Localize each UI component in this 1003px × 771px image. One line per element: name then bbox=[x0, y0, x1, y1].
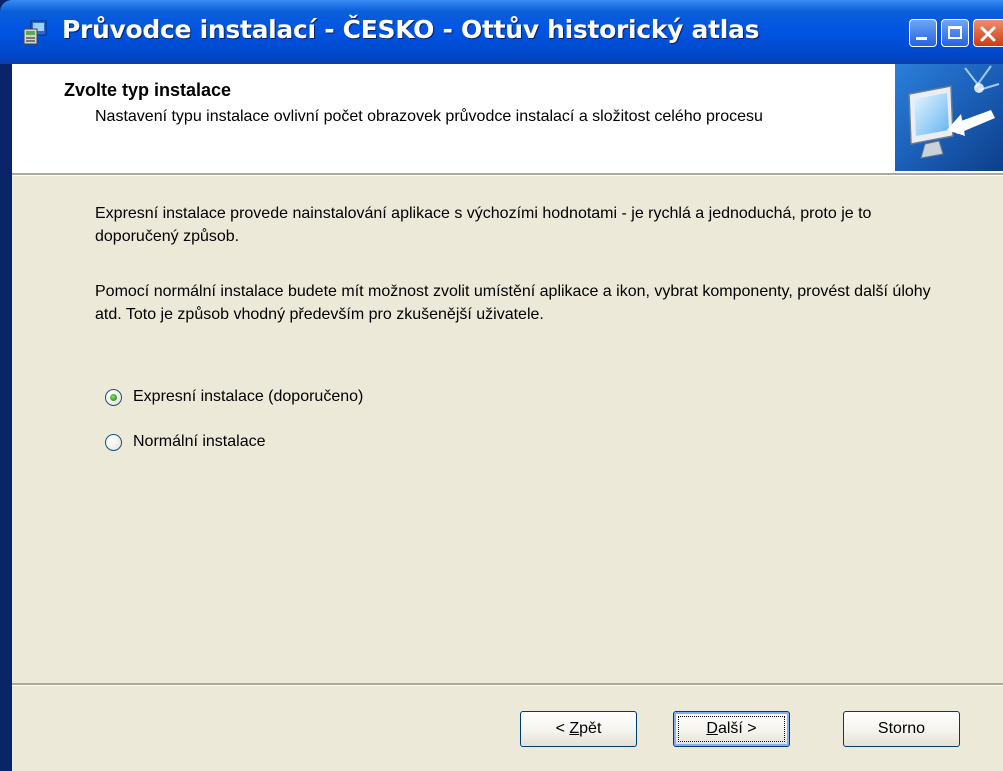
installer-icon bbox=[23, 20, 47, 45]
normal-description: Pomocí normální instalace budete mít mož… bbox=[95, 283, 931, 323]
radio-button-checked[interactable] bbox=[105, 388, 122, 406]
cancel-button-label: Storno bbox=[877, 720, 926, 737]
computer-arrow-icon bbox=[895, 64, 1003, 171]
radio-normal-label[interactable]: Normální instalace bbox=[133, 433, 266, 451]
title-bar[interactable]: Průvodce instalací - ČESKO - Ottův histo… bbox=[0, 0, 1003, 64]
express-description: Expresní instalace provede nainstalování… bbox=[95, 205, 872, 245]
radio-normal-install[interactable]: Normální instalace bbox=[105, 430, 266, 454]
focus-ring bbox=[678, 716, 785, 742]
back-prefix: < bbox=[555, 720, 570, 737]
installer-window: Průvodce instalací - ČESKO - Ottův histo… bbox=[0, 0, 1003, 771]
wizard-content: Expresní instalace provede nainstalování… bbox=[12, 176, 1003, 683]
radio-button-unchecked[interactable] bbox=[105, 433, 122, 451]
back-mnemonic: Z bbox=[569, 720, 580, 737]
radio-checked-dot bbox=[110, 393, 117, 401]
minimize-button[interactable] bbox=[909, 19, 937, 47]
radio-express-label[interactable]: Expresní instalace (doporučeno) bbox=[133, 388, 363, 406]
wizard-footer: < Zpět Další > Storno bbox=[12, 686, 1003, 771]
back-button-label: < Zpět bbox=[556, 720, 602, 738]
maximize-icon bbox=[948, 26, 962, 39]
back-rest: pět bbox=[579, 720, 602, 737]
radio-express-install[interactable]: Expresní instalace (doporučeno) bbox=[105, 385, 363, 409]
minimize-icon bbox=[916, 37, 927, 40]
cancel-button[interactable]: Storno bbox=[843, 711, 960, 747]
page-title: Zvolte typ instalace bbox=[64, 80, 232, 100]
page-description: Nastavení typu instalace ovlivní počet o… bbox=[95, 108, 763, 125]
window-title: Průvodce instalací - ČESKO - Ottův histo… bbox=[62, 15, 760, 44]
maximize-button[interactable] bbox=[941, 19, 969, 47]
close-button[interactable] bbox=[973, 19, 1003, 47]
back-button[interactable]: < Zpět bbox=[520, 711, 637, 747]
next-button[interactable]: Další > bbox=[673, 711, 790, 747]
wizard-header: Zvolte typ instalace Nastavení typu inst… bbox=[12, 64, 1003, 173]
close-icon bbox=[980, 26, 996, 42]
